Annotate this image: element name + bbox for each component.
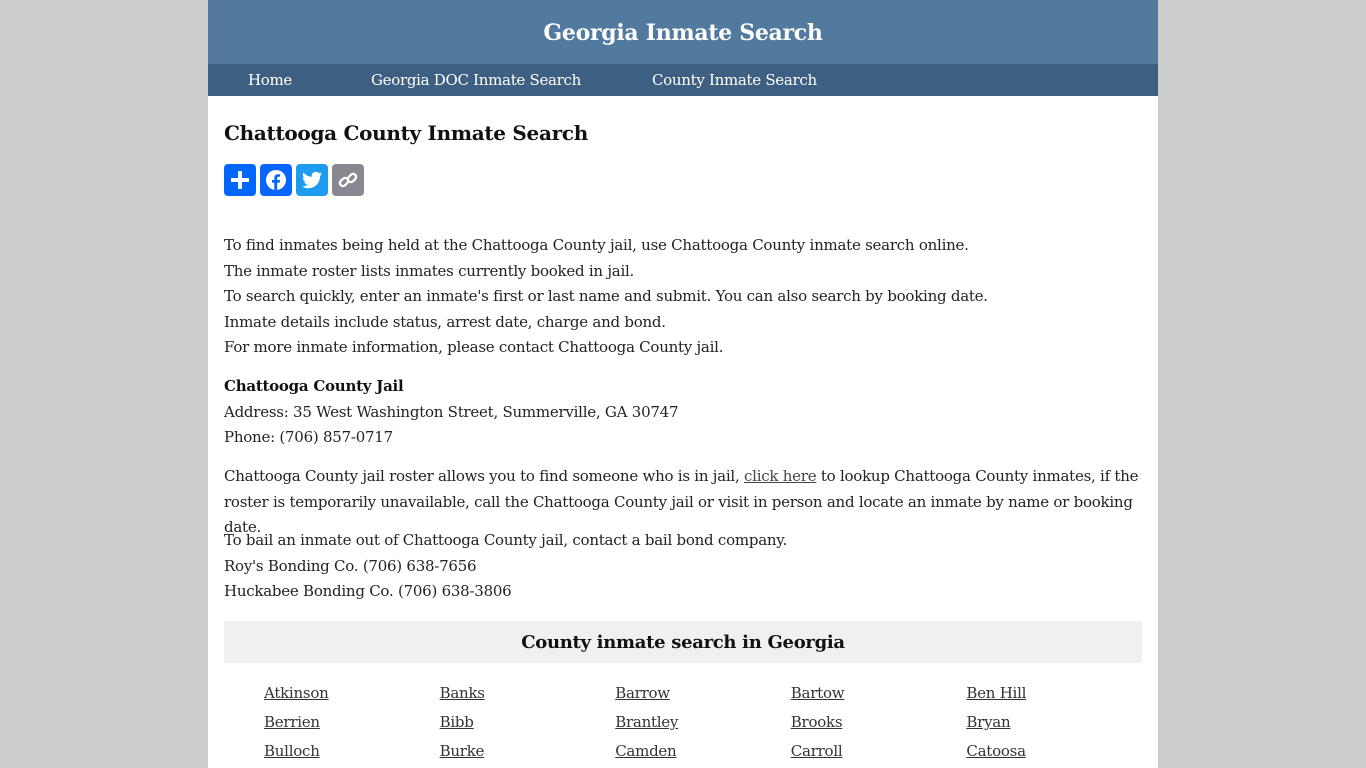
- county-link[interactable]: Atkinson: [264, 680, 440, 706]
- jail-info: Chattooga County Jail Address: 35 West W…: [224, 374, 1142, 451]
- county-link[interactable]: Barrow: [615, 680, 791, 706]
- copy-link-button[interactable]: [332, 164, 364, 196]
- twitter-icon: [302, 171, 322, 189]
- county-links-grid: Atkinson Banks Barrow Bartow Ben Hill Be…: [264, 680, 1142, 764]
- jail-address: Address: 35 West Washington Street, Summ…: [224, 402, 679, 421]
- site-header: Georgia Inmate Search: [208, 0, 1158, 64]
- bail-company: Huckabee Bonding Co. (706) 638-3806: [224, 582, 512, 601]
- county-link[interactable]: Banks: [440, 680, 616, 706]
- county-link[interactable]: Burke: [440, 738, 616, 764]
- twitter-share-button[interactable]: [296, 164, 328, 196]
- jail-phone: Phone: (706) 857-0717: [224, 428, 393, 447]
- facebook-share-button[interactable]: [260, 164, 292, 196]
- roster-text-before: Chattooga County jail roster allows you …: [224, 467, 745, 485]
- intro-line: For more inmate information, please cont…: [224, 338, 724, 357]
- nav-county-inmate-search[interactable]: County Inmate Search: [652, 71, 817, 89]
- county-link[interactable]: Carroll: [791, 738, 967, 764]
- nav-georgia-doc-inmate-search[interactable]: Georgia DOC Inmate Search: [371, 71, 581, 89]
- intro-line: Inmate details include status, arrest da…: [224, 312, 666, 331]
- site-title[interactable]: Georgia Inmate Search: [543, 18, 822, 46]
- main-nav: Home Georgia DOC Inmate Search County In…: [208, 64, 1158, 96]
- county-link[interactable]: Camden: [615, 738, 791, 764]
- county-link[interactable]: Bibb: [440, 709, 616, 735]
- county-section-header: County inmate search in Georgia: [224, 621, 1142, 663]
- county-link[interactable]: Bulloch: [264, 738, 440, 764]
- county-link[interactable]: Bartow: [791, 680, 967, 706]
- intro-text: To find inmates being held at the Chatto…: [224, 233, 1142, 361]
- county-link[interactable]: Bryan: [966, 709, 1142, 735]
- share-bar: [224, 164, 364, 196]
- page-title: Chattooga County Inmate Search: [224, 121, 588, 145]
- facebook-icon: [266, 170, 286, 190]
- nav-home[interactable]: Home: [248, 71, 292, 89]
- intro-line: The inmate roster lists inmates currentl…: [224, 261, 635, 280]
- link-icon: [338, 172, 358, 188]
- bail-info: To bail an inmate out of Chattooga Count…: [224, 528, 1142, 605]
- intro-line: To search quickly, enter an inmate's fir…: [224, 287, 988, 306]
- county-link[interactable]: Berrien: [264, 709, 440, 735]
- bail-intro: To bail an inmate out of Chattooga Count…: [224, 531, 788, 549]
- bail-company: Roy's Bonding Co. (706) 638-7656: [224, 556, 477, 575]
- intro-line: To find inmates being held at the Chatto…: [224, 236, 969, 254]
- county-section-title: County inmate search in Georgia: [521, 631, 845, 653]
- county-link[interactable]: Brooks: [791, 709, 967, 735]
- plus-icon: [231, 171, 249, 189]
- county-link[interactable]: Brantley: [615, 709, 791, 735]
- jail-name: Chattooga County Jail: [224, 377, 404, 395]
- county-link[interactable]: Catoosa: [966, 738, 1142, 764]
- click-here-link[interactable]: click here: [744, 467, 817, 485]
- share-button[interactable]: [224, 164, 256, 196]
- county-link[interactable]: Ben Hill: [966, 680, 1142, 706]
- page-container: Georgia Inmate Search Home Georgia DOC I…: [208, 0, 1158, 768]
